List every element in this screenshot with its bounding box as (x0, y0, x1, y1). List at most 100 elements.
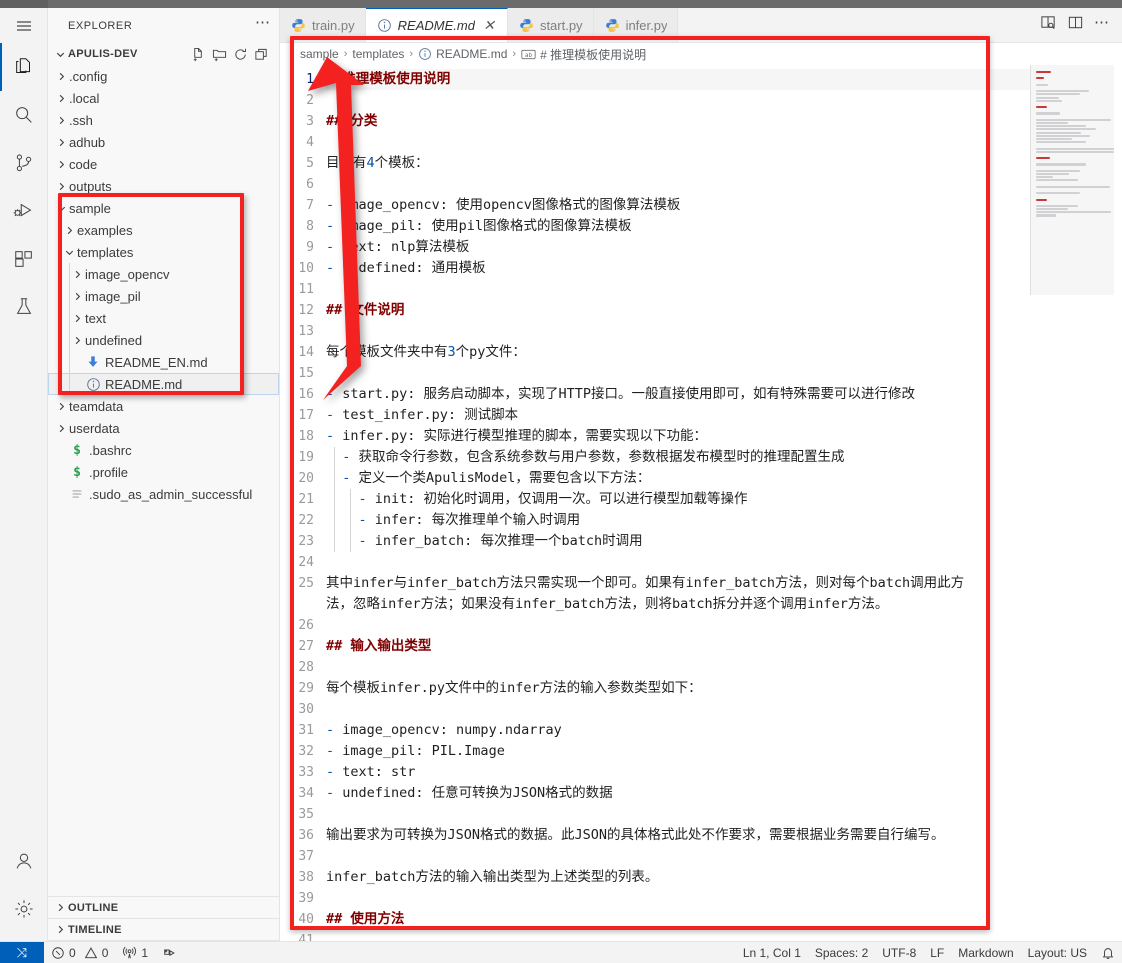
status-problems[interactable]: 0 0 (44, 942, 115, 963)
status-live-share[interactable] (155, 942, 184, 963)
chevron-right-icon[interactable] (56, 65, 67, 87)
code-line[interactable]: - text: nlp算法模板 (326, 237, 1030, 258)
code-line[interactable]: - image_opencv: numpy.ndarray (326, 720, 1030, 741)
tree-item-.profile[interactable]: $ .profile (48, 461, 279, 483)
code-line[interactable]: 输出要求为可转换为JSON格式的数据。此JSON的具体格式此处不作要求，需要根据… (326, 825, 1030, 846)
code-line[interactable]: 每个模板infer.py文件中的infer方法的输入参数类型如下： (326, 678, 1030, 699)
code-line[interactable]: ## 文件说明 (326, 300, 1030, 321)
code-line[interactable]: - 获取命令行参数，包含系统参数与用户参数，参数根据发布模型时的推理配置生成 (326, 447, 1030, 468)
code-line[interactable]: 其中infer与infer_batch方法只需实现一个即可。如果有infer_b… (326, 573, 1030, 594)
code-line[interactable]: - image_opencv: 使用opencv图像格式的图像算法模板 (326, 195, 1030, 216)
status-eol[interactable]: LF (923, 942, 951, 963)
activity-bar-item-extensions[interactable] (0, 235, 48, 283)
chevron-right-icon[interactable] (72, 263, 83, 285)
tree-item-teamdata[interactable]: teamdata (48, 395, 279, 417)
code-line[interactable]: - start.py: 服务启动脚本，实现了HTTP接口。一般直接使用即可，如有… (326, 384, 1030, 405)
chevron-right-icon[interactable] (72, 285, 83, 307)
new-file-icon[interactable] (190, 46, 207, 63)
code-line[interactable]: - text: str (326, 762, 1030, 783)
activity-bar-item-run-and-debug[interactable] (0, 187, 48, 235)
code-line[interactable] (326, 321, 1030, 342)
code-line[interactable]: - infer_batch: 每次推理一个batch时调用 (326, 531, 1030, 552)
breadcrumb-item-3[interactable]: ab # 推理模板使用说明 (521, 46, 646, 63)
activity-bar-item-accounts[interactable] (0, 837, 48, 885)
code-line[interactable] (326, 615, 1030, 636)
code-line[interactable]: - undefined: 任意可转换为JSON格式的数据 (326, 783, 1030, 804)
tree-item-image_opencv[interactable]: image_opencv (48, 263, 279, 285)
code-line[interactable]: ## 使用方法 (326, 909, 1030, 930)
chevron-right-icon[interactable] (56, 175, 67, 197)
activity-bar-item-explorer[interactable] (0, 43, 48, 91)
code-line[interactable] (326, 699, 1030, 720)
code-line[interactable]: - undefined: 通用模板 (326, 258, 1030, 279)
tree-item-outputs[interactable]: outputs (48, 175, 279, 197)
tree-item-undefined[interactable]: undefined (48, 329, 279, 351)
tree-item-userdata[interactable]: userdata (48, 417, 279, 439)
explorer-more-actions-icon[interactable]: ⋯ (255, 13, 271, 38)
workspace-folder-header[interactable]: APULIS-DEV (48, 43, 279, 65)
breadcrumb-item-1[interactable]: templates (352, 47, 404, 61)
close-icon[interactable]: ✕ (481, 17, 497, 34)
collapse-all-icon[interactable] (253, 46, 270, 63)
status-notifications[interactable] (1094, 942, 1122, 963)
breadcrumb-item-2[interactable]: README.md (418, 47, 507, 61)
code-line[interactable]: - infer: 每次推理单个输入时调用 (326, 510, 1030, 531)
tree-item-code[interactable]: code (48, 153, 279, 175)
tree-item-sample[interactable]: sample (48, 197, 279, 219)
code-line[interactable] (326, 846, 1030, 867)
code-line[interactable]: - init: 初始化时调用，仅调用一次。可以进行模型加载等操作 (326, 489, 1030, 510)
editor-tab-train-py[interactable]: train.py (280, 8, 366, 42)
refresh-icon[interactable] (232, 46, 249, 63)
chevron-right-icon[interactable] (56, 87, 67, 109)
overview-ruler[interactable] (1108, 65, 1122, 941)
breadcrumb-item-0[interactable]: sample (300, 47, 339, 61)
activity-bar-item-search[interactable] (0, 91, 48, 139)
code-line[interactable]: ## 输入输出类型 (326, 636, 1030, 657)
hamburger-menu-icon[interactable] (0, 8, 48, 43)
status-encoding[interactable]: UTF-8 (875, 942, 923, 963)
editor-tab-readme-md[interactable]: README.md ✕ (365, 8, 508, 42)
editor-tab-infer-py[interactable]: infer.py (593, 8, 679, 42)
code-line[interactable]: - 定义一个类ApulisModel，需要包含以下方法： (326, 468, 1030, 489)
code-text[interactable]: # 推理模板使用说明 ## 分类目前有4个模板： - image_opencv: 使… (326, 65, 1030, 941)
code-line[interactable]: 目前有4个模板： (326, 153, 1030, 174)
tree-item-.config[interactable]: .config (48, 65, 279, 87)
code-line[interactable] (326, 174, 1030, 195)
tree-item-readme_en.md[interactable]: README_EN.md (48, 351, 279, 373)
tree-item-.ssh[interactable]: .ssh (48, 109, 279, 131)
code-line[interactable] (326, 552, 1030, 573)
chevron-right-icon[interactable] (64, 219, 75, 241)
tree-item-.local[interactable]: .local (48, 87, 279, 109)
status-keyboard-layout[interactable]: Layout: US (1021, 942, 1094, 963)
chevron-down-icon[interactable] (56, 197, 67, 219)
status-indentation[interactable]: Spaces: 2 (808, 942, 875, 963)
tree-item-readme.md[interactable]: README.md (48, 373, 279, 395)
code-line[interactable] (326, 90, 1030, 111)
chevron-right-icon[interactable] (56, 395, 67, 417)
code-line[interactable]: 法，忽略infer方法；如果没有infer_batch方法，则将batch拆分并… (326, 594, 1030, 615)
code-line[interactable]: 每个模板文件夹中有3个py文件： (326, 342, 1030, 363)
chevron-right-icon[interactable] (56, 417, 67, 439)
code-line[interactable] (326, 804, 1030, 825)
code-line[interactable]: infer_batch方法的输入输出类型为上述类型的列表。 (326, 867, 1030, 888)
minimap[interactable] (1030, 65, 1122, 941)
code-line[interactable]: ## 分类 (326, 111, 1030, 132)
tree-item-templates[interactable]: templates (48, 241, 279, 263)
open-preview-to-side-icon[interactable] (1040, 14, 1057, 36)
chevron-right-icon[interactable] (56, 153, 67, 175)
code-line[interactable] (326, 279, 1030, 300)
sidebar-panel-outline[interactable]: OUTLINE (48, 897, 279, 919)
status-language-mode[interactable]: Markdown (951, 942, 1020, 963)
chevron-right-icon[interactable] (72, 307, 83, 329)
editor-more-actions-icon[interactable]: ⋯ (1094, 13, 1110, 37)
activity-bar-item-testing[interactable] (0, 283, 48, 331)
chevron-down-icon[interactable] (64, 241, 75, 263)
code-line[interactable] (326, 657, 1030, 678)
code-line[interactable]: # 推理模板使用说明 (326, 69, 1030, 90)
code-line[interactable]: - image_pil: PIL.Image (326, 741, 1030, 762)
code-line[interactable] (326, 132, 1030, 153)
file-tree[interactable]: .config .local .ssh adhub code outputs sample e… (48, 65, 279, 896)
tree-item-image_pil[interactable]: image_pil (48, 285, 279, 307)
new-folder-icon[interactable] (211, 46, 228, 63)
code-line[interactable]: - image_pil: 使用pil图像格式的图像算法模板 (326, 216, 1030, 237)
